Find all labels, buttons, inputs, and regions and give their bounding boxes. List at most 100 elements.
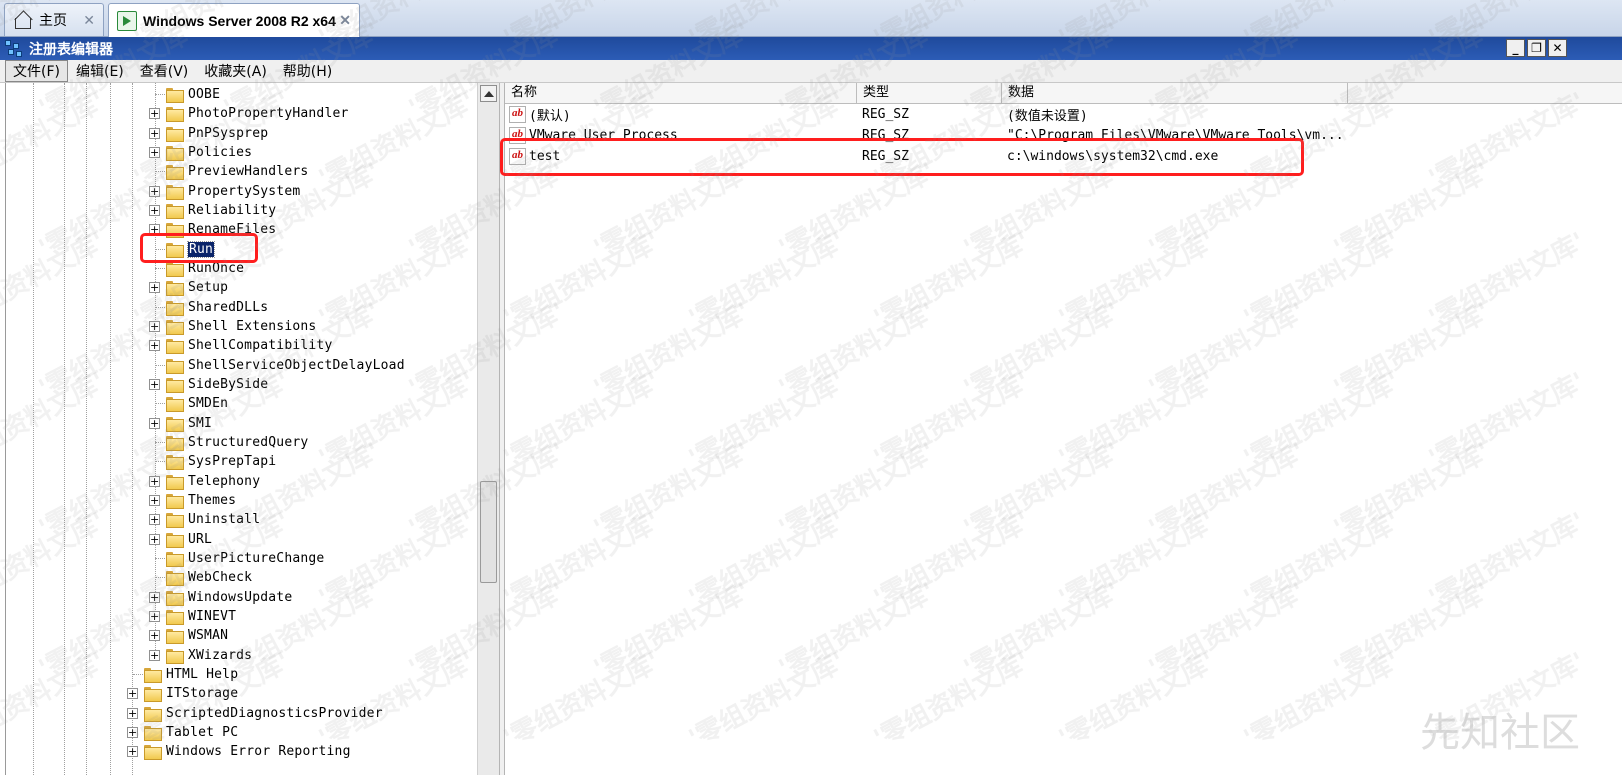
tree-item[interactable]: Tablet PC — [144, 723, 238, 742]
expand-plus-icon[interactable]: + — [149, 417, 160, 429]
column-header-data[interactable]: 数据 — [1002, 83, 1348, 104]
column-header-type[interactable]: 类型 — [857, 83, 1002, 104]
tree-item[interactable]: SideBySide — [166, 375, 268, 394]
tree-guide-line — [110, 83, 111, 775]
expand-plus-icon[interactable]: + — [127, 707, 138, 719]
expand-plus-icon[interactable]: + — [149, 649, 160, 661]
value-name: VMware User Process — [529, 128, 678, 143]
tree-item[interactable]: WebCheck — [166, 568, 252, 587]
tree-item[interactable]: Shell Extensions — [166, 317, 316, 336]
tree-item[interactable]: OOBE — [166, 85, 220, 104]
folder-icon — [166, 223, 184, 239]
expand-plus-icon[interactable]: + — [149, 282, 160, 294]
tree-connector — [133, 673, 143, 675]
close-icon[interactable]: ✕ — [339, 12, 351, 29]
host-tab-bar: 主页 ✕ Windows Server 2008 R2 x64 ✕ — [0, 0, 1622, 37]
value-data: c:\windows\system32\cmd.exe — [1007, 149, 1219, 164]
tree-item[interactable]: Reliability — [166, 201, 276, 220]
registry-values-list[interactable]: 名称 类型 数据 ab (默认) REG_SZ (数值未设置) ab VMware Use… — [505, 83, 1622, 775]
expand-plus-icon[interactable]: + — [149, 224, 160, 236]
menu-file[interactable]: 文件(F) — [5, 60, 68, 82]
tree-item[interactable]: SysPrepTapi — [166, 452, 276, 471]
tree-item[interactable]: WINEVT — [166, 607, 236, 626]
close-button[interactable]: ✕ — [1548, 39, 1567, 57]
minimize-button[interactable]: _ — [1506, 39, 1525, 57]
tree-item[interactable]: Telephony — [166, 472, 260, 491]
expand-plus-icon[interactable]: + — [149, 630, 160, 642]
folder-icon — [166, 281, 184, 297]
expand-plus-icon[interactable]: + — [127, 746, 138, 758]
folder-icon — [166, 648, 184, 664]
tree-guide-line — [155, 83, 156, 658]
tree-item[interactable]: PropertySystem — [166, 182, 300, 201]
tree-item[interactable]: SMI — [166, 414, 212, 433]
menu-help[interactable]: 帮助(H) — [275, 60, 340, 82]
tree-item[interactable]: Uninstall — [166, 510, 260, 529]
list-row[interactable]: ab test REG_SZ c:\windows\system32\cmd.exe — [505, 146, 1622, 167]
expand-plus-icon[interactable]: + — [149, 108, 160, 120]
tree-item[interactable]: SMDEn — [166, 394, 228, 413]
tree-item[interactable]: SharedDLLs — [166, 298, 268, 317]
tree-scrollbar[interactable] — [477, 83, 499, 775]
expand-plus-icon[interactable]: + — [149, 127, 160, 139]
list-row[interactable]: ab (默认) REG_SZ (数值未设置) — [505, 104, 1622, 125]
tree-connector — [155, 94, 165, 95]
tree-item[interactable]: Themes — [166, 491, 236, 510]
tree-item[interactable]: ShellCompatibility — [166, 336, 332, 355]
tree-item[interactable]: PnPSysprep — [166, 124, 268, 143]
tree-item[interactable]: Windows Error Reporting — [144, 742, 351, 761]
expand-plus-icon[interactable]: + — [149, 146, 160, 158]
tree-connector — [155, 577, 165, 579]
restore-button[interactable]: ❐ — [1527, 39, 1546, 57]
expand-plus-icon[interactable]: + — [149, 494, 160, 506]
tree-item[interactable]: PreviewHandlers — [166, 162, 308, 181]
expand-plus-icon[interactable]: + — [149, 204, 160, 216]
menu-favorites[interactable]: 收藏夹(A) — [196, 60, 275, 82]
tree-item[interactable]: PhotoPropertyHandler — [166, 104, 349, 123]
tree-item[interactable]: RenameFiles — [166, 220, 276, 239]
value-name: (默认) — [529, 109, 571, 124]
expand-plus-icon[interactable]: + — [149, 591, 160, 603]
menu-edit[interactable]: 编辑(E) — [68, 60, 132, 82]
tree-item[interactable]: ScriptedDiagnosticsProvider — [144, 704, 383, 723]
tree-item-label: URL — [188, 531, 213, 547]
tree-item[interactable]: WSMAN — [166, 626, 228, 645]
tree-item[interactable]: ITStorage — [144, 684, 238, 703]
tree-item-label: HTML Help — [166, 666, 239, 682]
tab-vm[interactable]: Windows Server 2008 R2 x64 ✕ — [108, 3, 360, 37]
expand-plus-icon[interactable]: + — [149, 514, 160, 526]
expand-plus-icon[interactable]: + — [149, 378, 160, 390]
tree-item[interactable]: HTML Help — [144, 665, 238, 684]
close-icon[interactable]: ✕ — [83, 12, 95, 29]
tree-item[interactable]: Run — [166, 240, 216, 259]
tree-item-label: PnPSysprep — [188, 125, 269, 141]
tree-item[interactable]: Policies — [166, 143, 252, 162]
expand-plus-icon[interactable]: + — [149, 475, 160, 487]
tree-item[interactable]: StructuredQuery — [166, 433, 308, 452]
expand-plus-icon[interactable]: + — [149, 340, 160, 352]
tree-item-label: Run — [186, 240, 216, 258]
expand-plus-icon[interactable]: + — [149, 320, 160, 332]
scroll-thumb[interactable] — [480, 481, 497, 583]
column-header-name[interactable]: 名称 — [505, 83, 857, 104]
tree-item-label: WebCheck — [188, 570, 253, 586]
tree-item[interactable]: ShellServiceObjectDelayLoad — [166, 356, 405, 375]
tab-home[interactable]: 主页 ✕ — [4, 3, 104, 36]
tree-item[interactable]: WindowsUpdate — [166, 588, 292, 607]
expand-plus-icon[interactable]: + — [149, 185, 160, 197]
folder-icon — [166, 126, 184, 142]
expand-plus-icon[interactable]: + — [149, 610, 160, 622]
expand-plus-icon[interactable]: + — [149, 533, 160, 545]
registry-tree[interactable]: OOBE + PhotoPropertyHandler + PnPSysprep + Pol… — [5, 83, 499, 775]
expand-plus-icon[interactable]: + — [127, 726, 138, 738]
menu-view[interactable]: 查看(V) — [132, 60, 197, 82]
tree-item[interactable]: Setup — [166, 278, 228, 297]
scroll-up-arrow-icon[interactable] — [480, 85, 497, 102]
list-row[interactable]: ab VMware User Process REG_SZ "C:\Program F… — [505, 125, 1622, 146]
tree-item-label: WindowsUpdate — [188, 589, 293, 605]
expand-plus-icon[interactable]: + — [127, 688, 138, 700]
tree-item[interactable]: URL — [166, 530, 212, 549]
tree-item[interactable]: RunOnce — [166, 259, 244, 278]
tree-item[interactable]: UserPictureChange — [166, 549, 324, 568]
tree-item[interactable]: XWizards — [166, 646, 252, 665]
